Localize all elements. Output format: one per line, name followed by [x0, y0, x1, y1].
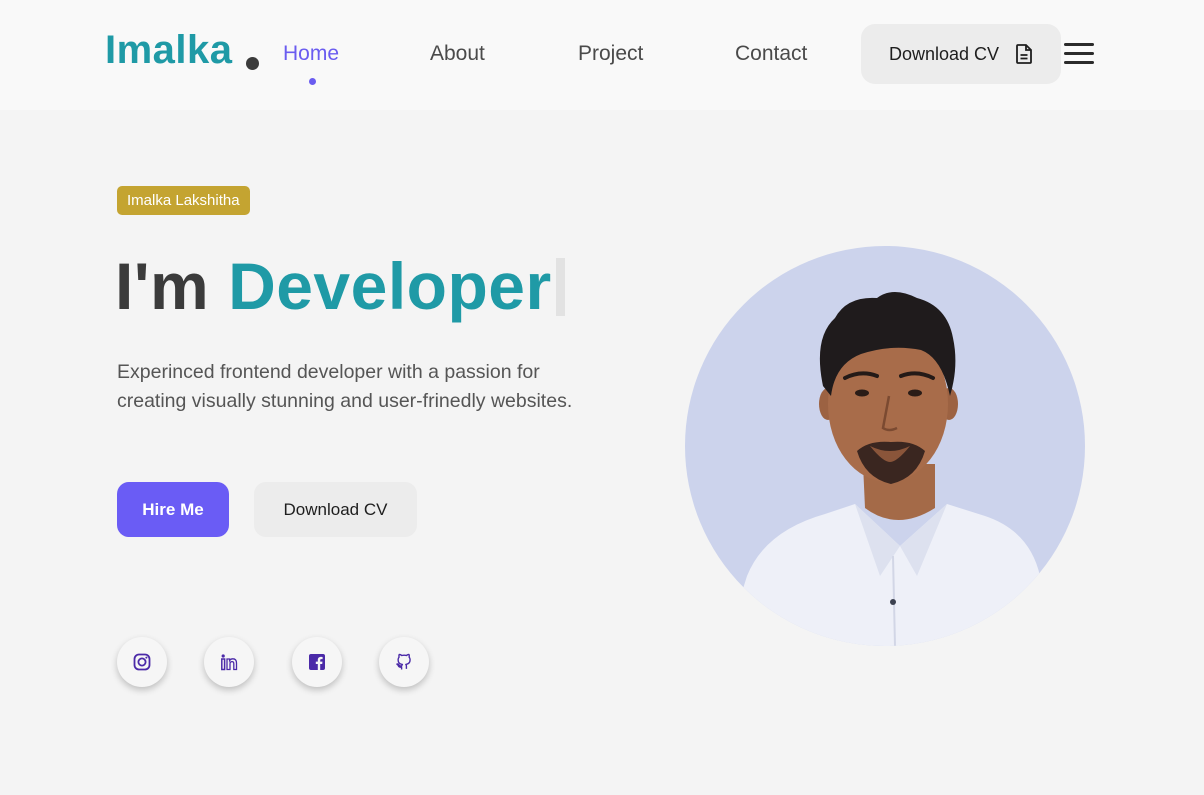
nav-home[interactable]: Home: [283, 42, 339, 66]
headline-prefix: I'm: [115, 249, 210, 323]
nav-about[interactable]: About: [430, 42, 485, 66]
site-header: Imalka Home About Project Contact Downlo…: [0, 0, 1204, 110]
site-logo[interactable]: Imalka: [105, 28, 233, 73]
github-icon: [396, 653, 411, 670]
hamburger-icon[interactable]: [1064, 43, 1094, 65]
nav-project[interactable]: Project: [578, 42, 643, 66]
download-cv-button[interactable]: Download CV: [254, 482, 417, 537]
hero-description: Experinced frontend developer with a pas…: [117, 361, 573, 412]
profile-photo: [725, 292, 1057, 646]
hire-me-button[interactable]: Hire Me: [117, 482, 229, 537]
social-facebook-button[interactable]: [292, 637, 342, 687]
header-download-cv-label: Download CV: [888, 43, 1000, 64]
headline-accent: Developer: [228, 249, 552, 323]
linkedin-icon: [221, 654, 238, 671]
social-linkedin-button[interactable]: [204, 637, 254, 687]
logo-dot: [246, 57, 259, 70]
file-icon: [1016, 44, 1032, 64]
social-instagram-button[interactable]: [117, 637, 167, 687]
profile-portrait: [685, 246, 1085, 646]
nav-contact[interactable]: Contact: [735, 42, 807, 66]
instagram-icon: [133, 653, 151, 671]
nav-active-indicator: [309, 78, 316, 85]
hero-headline: I'm Developer: [115, 248, 552, 324]
name-badge: Imalka Lakshitha: [117, 186, 250, 215]
typing-caret: [556, 258, 565, 316]
facebook-icon: [309, 654, 325, 670]
social-github-button[interactable]: [379, 637, 429, 687]
header-download-cv-button[interactable]: Download CV: [861, 24, 1061, 84]
